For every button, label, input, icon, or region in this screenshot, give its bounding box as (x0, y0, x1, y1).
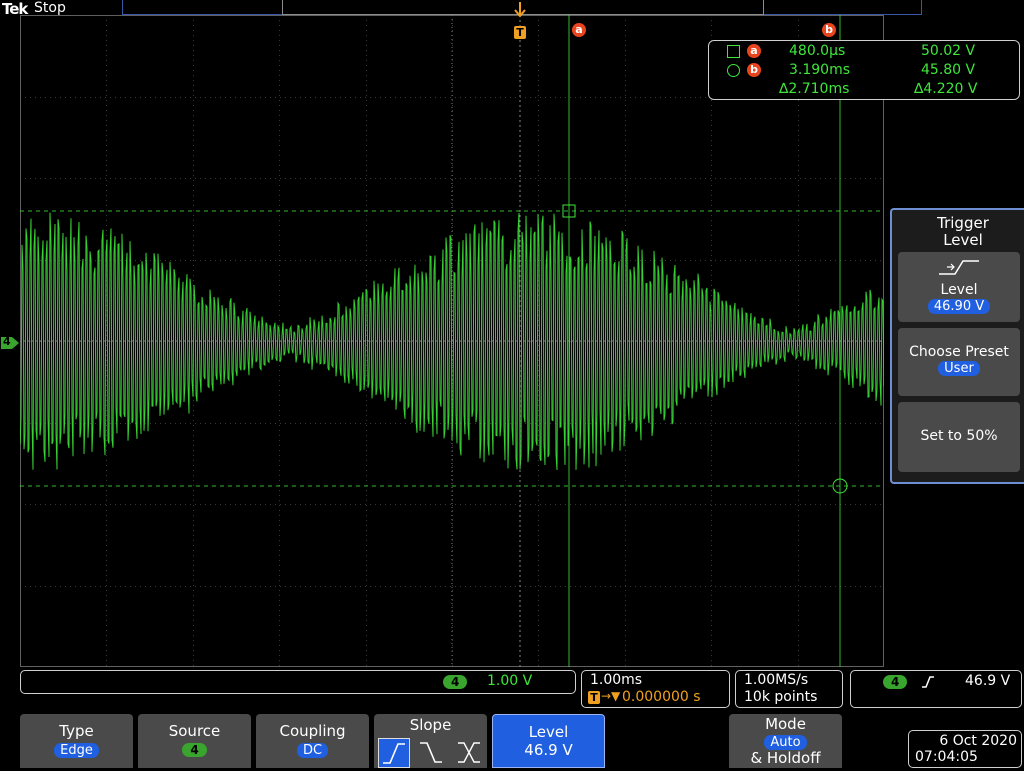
delta-time: ∆2.710ms (779, 81, 850, 97)
trigger-position-marker[interactable]: T (513, 2, 527, 40)
date-time: 6 Oct 2020 07:04:05 (908, 730, 1022, 768)
choose-preset-button[interactable]: Choose Preset User (898, 328, 1020, 396)
mode-holdoff-button[interactable]: Mode Auto & Holdoff (729, 714, 842, 768)
source-button[interactable]: Source 4 (138, 714, 251, 768)
trigger-source-badge: 4 (883, 675, 908, 689)
cursor-a-volts: 50.02 V (921, 43, 976, 59)
waveform-display (20, 15, 884, 667)
coupling-value: DC (296, 743, 329, 758)
side-menu-title: Trigger Level (937, 214, 989, 249)
trigger-level-readout: 46.9 V (965, 673, 1011, 689)
horizontal-scale: 1.00ms (590, 672, 643, 688)
record-length: 10k points (744, 689, 818, 705)
circle-icon (727, 64, 740, 77)
cursor-b-volts: 45.80 V (921, 62, 976, 78)
preset-value: User (938, 361, 980, 376)
acquisition-state: Stop (34, 0, 66, 16)
time: 07:04:05 (915, 749, 978, 765)
channel-status[interactable]: 4 1.00 V (20, 670, 576, 694)
rising-edge-icon (922, 676, 934, 688)
date: 6 Oct 2020 (939, 733, 1017, 749)
horizontal-position: 0.000000 s (622, 689, 701, 705)
type-value: Edge (54, 743, 99, 758)
slope-button[interactable]: Slope (374, 714, 487, 768)
cursor-a-marker[interactable]: a (572, 23, 586, 37)
cursor-readout: a 480.0µs 50.02 V b 3.190ms 45.80 V ∆2.7… (708, 40, 1020, 100)
set-to-50-button[interactable]: Set to 50% (898, 402, 1020, 472)
trigger-level-side-menu: Trigger Level Level 46.90 V Choose Prese… (890, 208, 1024, 484)
sample-rate: 1.00MS/s (744, 672, 809, 688)
arrow-right-icon: →▼ (601, 689, 621, 703)
rising-edge-icon (939, 260, 979, 275)
rising-slope-icon[interactable] (378, 738, 410, 768)
acquisition-status[interactable]: 1.00MS/s 10k points (735, 670, 843, 708)
cursor-b-badge: b (747, 63, 761, 77)
timebase-status[interactable]: 1.00ms T →▼ 0.000000 s (581, 670, 730, 708)
cursor-b-marker[interactable]: b (822, 23, 836, 37)
cursor-a-badge: a (747, 44, 761, 58)
trigger-t-icon: T (588, 691, 600, 704)
trigger-level-button[interactable]: Level 46.90 V (898, 252, 1020, 322)
level-button[interactable]: Level 46.9 V (492, 714, 605, 768)
cursor-b-time: 3.190ms (789, 62, 851, 78)
trigger-status[interactable]: 4 46.9 V (850, 670, 1022, 708)
delta-volts: ∆4.220 V (914, 81, 978, 97)
trigger-arrow-icon (514, 2, 526, 18)
trigger-t-icon: T (514, 26, 526, 39)
square-icon (727, 45, 740, 58)
trigger-level-value: 46.90 V (927, 299, 991, 314)
coupling-button[interactable]: Coupling DC (256, 714, 369, 768)
channel-4-offset-marker[interactable]: 4 (0, 335, 20, 351)
mode-value: Auto (764, 735, 807, 750)
either-slope-icon[interactable] (454, 738, 484, 766)
type-button[interactable]: Type Edge (20, 714, 133, 768)
falling-slope-icon[interactable] (416, 738, 446, 766)
channel-4-badge: 4 (443, 675, 468, 689)
cursor-a-time: 480.0µs (789, 43, 846, 59)
level-value: 46.9 V (524, 741, 573, 759)
channel-scale: 1.00 V (487, 673, 533, 689)
source-value: 4 (182, 743, 207, 757)
